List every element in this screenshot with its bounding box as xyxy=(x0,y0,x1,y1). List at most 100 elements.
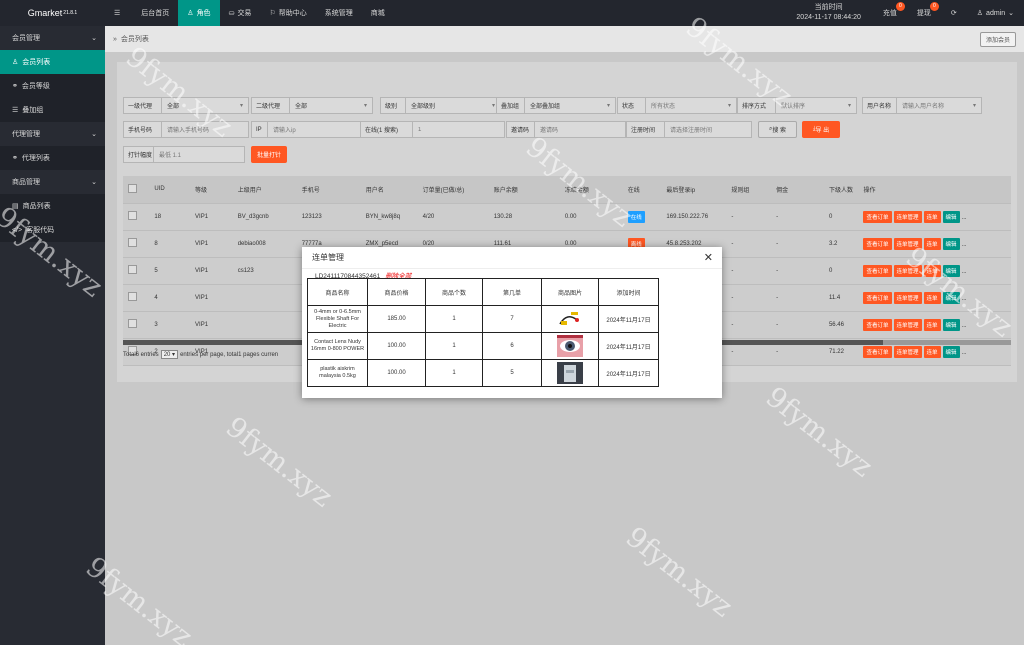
sidebar-item-1[interactable]: ♙ 会员列表 xyxy=(0,50,105,74)
nav-item-5[interactable]: 系统管理 xyxy=(316,0,362,26)
action-link-button[interactable]: 连单 xyxy=(923,291,941,304)
filter-1-label: 二级代理 xyxy=(252,98,290,113)
row-checkbox[interactable] xyxy=(128,265,137,274)
row-checkbox[interactable] xyxy=(128,238,137,247)
sidebar-icon: </> xyxy=(12,226,23,234)
action-edit-button[interactable]: 编辑 xyxy=(942,237,960,250)
modal-cell-name: 0-4mm or 0-6.5mm Flexible Shaft For Elec… xyxy=(307,305,368,333)
modal-cell-nth: 6 xyxy=(482,332,542,360)
refresh-icon[interactable]: ⟳ xyxy=(941,0,967,26)
sidebar-item-label: 会员列表 xyxy=(22,59,51,66)
row-checkbox[interactable] xyxy=(128,292,137,301)
close-icon[interactable]: ✕ xyxy=(704,251,713,264)
nav-item-4[interactable]: ⚐ 帮助中心 xyxy=(260,0,315,26)
cell-level: VIP1 xyxy=(190,257,233,285)
sidebar-group-label: 商品管理 xyxy=(12,179,40,186)
row-checkbox[interactable] xyxy=(128,211,137,220)
action-view-orders-button[interactable]: 查看订单 xyxy=(863,318,892,331)
brand-version: 21.8.1 xyxy=(63,10,78,16)
row-checkbox[interactable] xyxy=(128,319,137,328)
sidebar-item-label: 商品列表 xyxy=(22,203,51,210)
recharge-button[interactable]: 充值 0 xyxy=(873,0,907,26)
filter-6[interactable]: 用户名称 请输入用户名称 ▾ xyxy=(862,97,982,114)
filter2-1[interactable]: IP 请输入ip xyxy=(251,121,373,138)
nav-item-1[interactable]: 后台首页 xyxy=(132,0,178,26)
nav-item-0[interactable]: ☰ xyxy=(105,0,132,26)
nav-item-6[interactable]: 商城 xyxy=(362,0,394,26)
filter2-0[interactable]: 手机号码 请输入手机号码 xyxy=(123,121,249,138)
recharge-badge: 0 xyxy=(895,2,905,11)
filter-1[interactable]: 二级代理 全部 ▾ xyxy=(251,97,373,114)
modal-cell-name: plastik aiskrim malaysia 0.5kg xyxy=(307,359,368,387)
action-linked-manage-button[interactable]: 连单管理 xyxy=(893,210,922,223)
filter-2[interactable]: 级别 全部级别 ▾ xyxy=(380,97,501,114)
action-edit-button[interactable]: 编辑 xyxy=(942,318,960,331)
sidebar-group-0[interactable]: 会员管理 ⌄ xyxy=(0,26,105,50)
action-edit-button[interactable]: 编辑 xyxy=(942,210,960,223)
modal-cell-img xyxy=(541,332,599,360)
withdraw-button[interactable]: 提现 0 xyxy=(907,0,941,26)
cell-comm: - xyxy=(771,203,824,231)
add-member-button[interactable]: 添加会员 xyxy=(979,32,1016,47)
search-button[interactable]: ⌕ 搜 索 xyxy=(758,121,797,138)
more-actions-button[interactable]: ... xyxy=(962,350,967,356)
action-linked-manage-button[interactable]: 连单管理 xyxy=(893,345,922,358)
action-edit-button[interactable]: 编辑 xyxy=(942,345,960,358)
action-link-button[interactable]: 连单 xyxy=(923,237,941,250)
filter2-2[interactable]: 在线(1 搜索) 1 xyxy=(360,121,505,138)
more-actions-button[interactable]: ... xyxy=(962,269,967,275)
sidebar-item-2[interactable]: ⚭ 会员等级 xyxy=(0,74,105,98)
filter2-3[interactable]: 邀请码 邀请码 xyxy=(506,121,626,138)
sidebar-group-6[interactable]: 商品管理 ⌄ xyxy=(0,170,105,194)
filter-3[interactable]: 叠加组 全部叠加组 ▾ xyxy=(496,97,616,114)
filter-0[interactable]: 一级代理 全部 ▾ xyxy=(123,97,249,114)
action-link-button[interactable]: 连单 xyxy=(923,345,941,358)
action-linked-manage-button[interactable]: 连单管理 xyxy=(893,237,922,250)
sidebar-item-7[interactable]: ▤ 商品列表 xyxy=(0,194,105,218)
action-link-button[interactable]: 连单 xyxy=(923,210,941,223)
action-view-orders-button[interactable]: 查看订单 xyxy=(863,291,892,304)
sidebar-group-4[interactable]: 代理管理 ⌄ xyxy=(0,122,105,146)
more-actions-button[interactable]: ... xyxy=(962,296,967,302)
brand-logo[interactable]: Gmarket 21.8.1 xyxy=(0,0,105,26)
action-linked-manage-button[interactable]: 连单管理 xyxy=(893,264,922,277)
action-view-orders-button[interactable]: 查看订单 xyxy=(863,210,892,223)
user-menu[interactable]: ♙ admin ⌄ xyxy=(967,0,1024,26)
batch-boost-button[interactable]: 批量打针 xyxy=(251,146,287,163)
nav-item-2[interactable]: ♙ 角色 xyxy=(178,0,220,26)
page-size-select[interactable]: 20 ▾ xyxy=(160,350,179,359)
action-link-button[interactable]: 连单 xyxy=(923,264,941,277)
cell-username: BYN_kw8j8q xyxy=(360,203,418,231)
modal-cell-count: 1 xyxy=(425,305,483,333)
filter-5-value: 默认排序 xyxy=(781,104,806,110)
action-edit-button[interactable]: 编辑 xyxy=(942,264,960,277)
boost-range-field[interactable]: 打针幅度 最低 1.1 xyxy=(123,146,245,163)
nav-item-3[interactable]: ⛀ 交易 xyxy=(220,0,261,26)
sidebar-item-3[interactable]: ☰ 叠加组 xyxy=(0,98,105,122)
filter-4[interactable]: 状态 所有状态 ▾ xyxy=(617,97,737,114)
clock-time: 2024-11-17 08:44:20 xyxy=(796,14,861,21)
nav-label-3: 交易 xyxy=(237,10,252,17)
action-linked-manage-button[interactable]: 连单管理 xyxy=(893,291,922,304)
action-link-button[interactable]: 连单 xyxy=(923,318,941,331)
more-actions-button[interactable]: ... xyxy=(962,215,967,221)
action-linked-manage-button[interactable]: 连单管理 xyxy=(893,318,922,331)
cell-parent: cs123 xyxy=(232,257,297,285)
nav-icon-4: ⚐ xyxy=(269,10,276,17)
export-button[interactable]: ⤓ 导 出 xyxy=(802,121,840,138)
action-view-orders-button[interactable]: 查看订单 xyxy=(863,264,892,277)
sidebar-item-5[interactable]: ⚭ 代理列表 xyxy=(0,146,105,170)
action-view-orders-button[interactable]: 查看订单 xyxy=(863,237,892,250)
withdraw-label: 提现 xyxy=(916,10,931,17)
more-actions-button[interactable]: ... xyxy=(962,242,967,248)
select-all-checkbox[interactable] xyxy=(128,183,137,193)
filter-5[interactable]: 排序方式 默认排序 ▾ xyxy=(737,97,857,114)
action-view-orders-button[interactable]: 查看订单 xyxy=(863,345,892,358)
action-edit-button[interactable]: 编辑 xyxy=(942,291,960,304)
actions-cell: 查看订单 连单管理 连单 编辑... xyxy=(858,257,1011,285)
chevron-down-icon: ▾ xyxy=(847,103,851,109)
filter2-4[interactable]: 注册时间 请选择注册时间 xyxy=(626,121,752,138)
sidebar-item-8[interactable]: </> 客服代码 xyxy=(0,218,105,242)
more-actions-button[interactable]: ... xyxy=(962,323,967,329)
clock: 当前时间 2024-11-17 08:44:20 xyxy=(784,3,872,23)
